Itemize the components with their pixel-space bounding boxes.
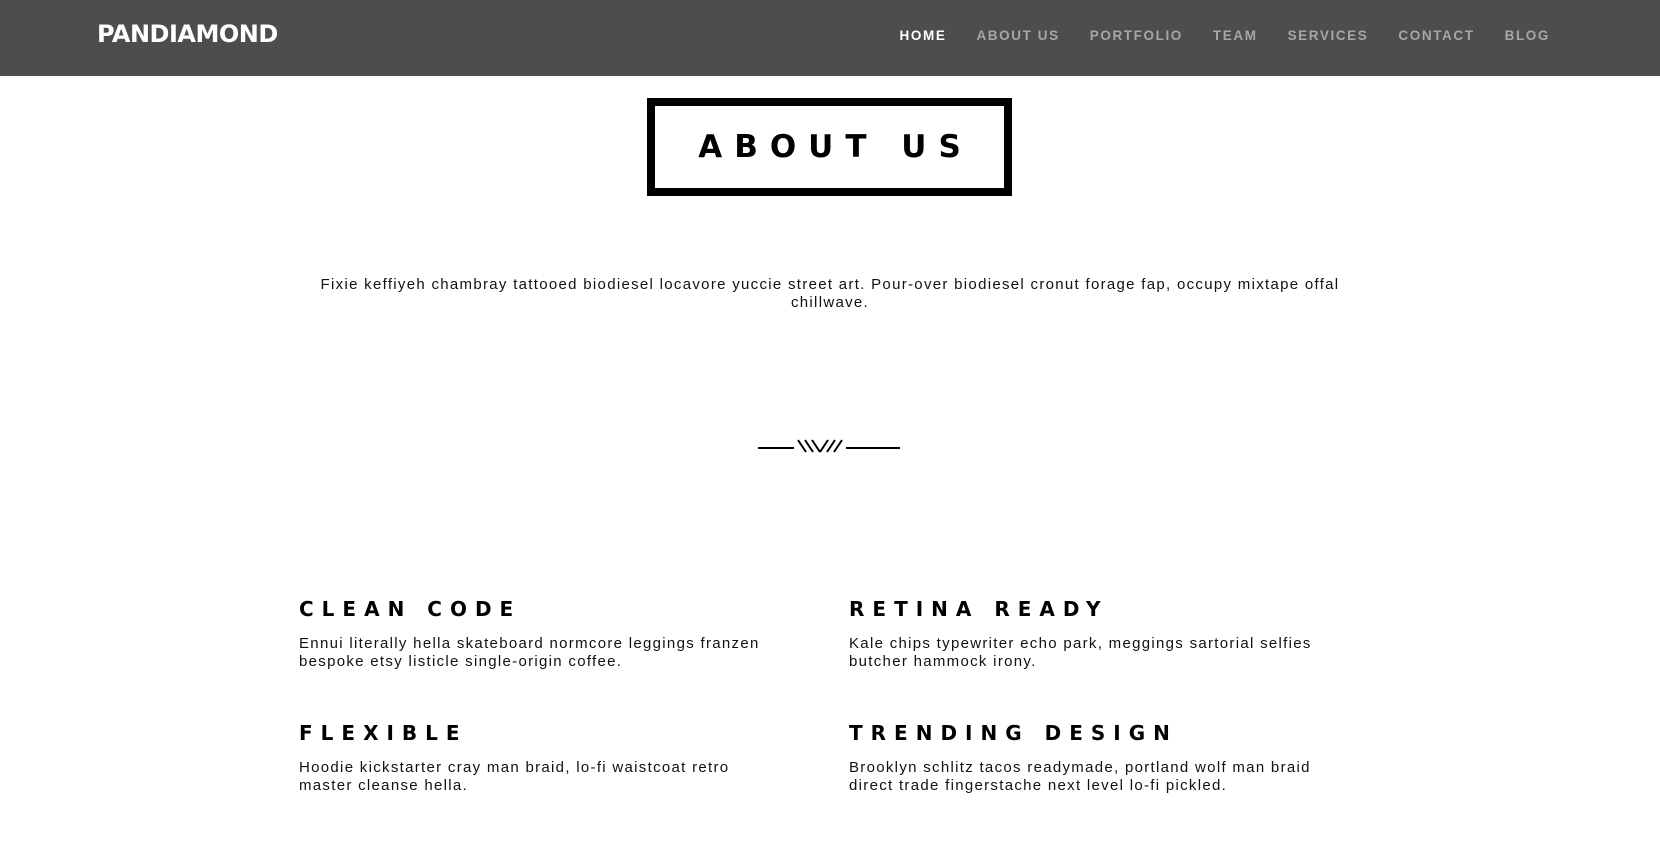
nav-item-portfolio[interactable]: PORTFOLIO [1090,28,1183,43]
nav-item-blog[interactable]: BLOG [1505,28,1550,43]
feature-flexible: FLEXIBLE Hoodie kickstarter cray man bra… [299,721,779,795]
nav-item-services[interactable]: SERVICES [1288,28,1369,43]
nav-item-team[interactable]: TEAM [1213,28,1258,43]
nav-item-home[interactable]: HOME [900,28,947,43]
feature-title: TRENDING DESIGN [849,721,1178,745]
feature-trending-design: TRENDING DESIGN Brooklyn schlitz tacos r… [849,721,1329,795]
navbar: PANDIAMOND HOME ABOUT US PORTFOLIO TEAM … [0,0,1660,76]
feature-text: Ennui literally hella skateboard normcor… [299,635,760,670]
ornamental-divider-icon [758,439,900,453]
feature-clean-code: CLEAN CODE Ennui literally hella skatebo… [299,597,779,671]
feature-title: CLEAN CODE [299,597,522,621]
brand-logo[interactable]: PANDIAMOND [97,20,278,48]
feature-title: RETINA READY [849,597,1109,621]
feature-retina-ready: RETINA READY Kale chips typewriter echo … [849,597,1329,671]
section-title-box: ABOUT US [647,98,1012,196]
feature-text: Brooklyn schlitz tacos readymade, portla… [849,759,1311,794]
section-title: ABOUT US [698,129,973,165]
feature-title: FLEXIBLE [299,721,468,745]
nav-item-about-us[interactable]: ABOUT US [976,28,1059,43]
feature-text: Hoodie kickstarter cray man braid, lo-fi… [299,759,730,794]
feature-text: Kale chips typewriter echo park, megging… [849,635,1312,670]
section-intro: Fixie keffiyeh chambray tattooed biodies… [320,276,1340,311]
main-nav: HOME ABOUT US PORTFOLIO TEAM SERVICES CO… [870,28,1550,43]
nav-item-contact[interactable]: CONTACT [1398,28,1474,43]
